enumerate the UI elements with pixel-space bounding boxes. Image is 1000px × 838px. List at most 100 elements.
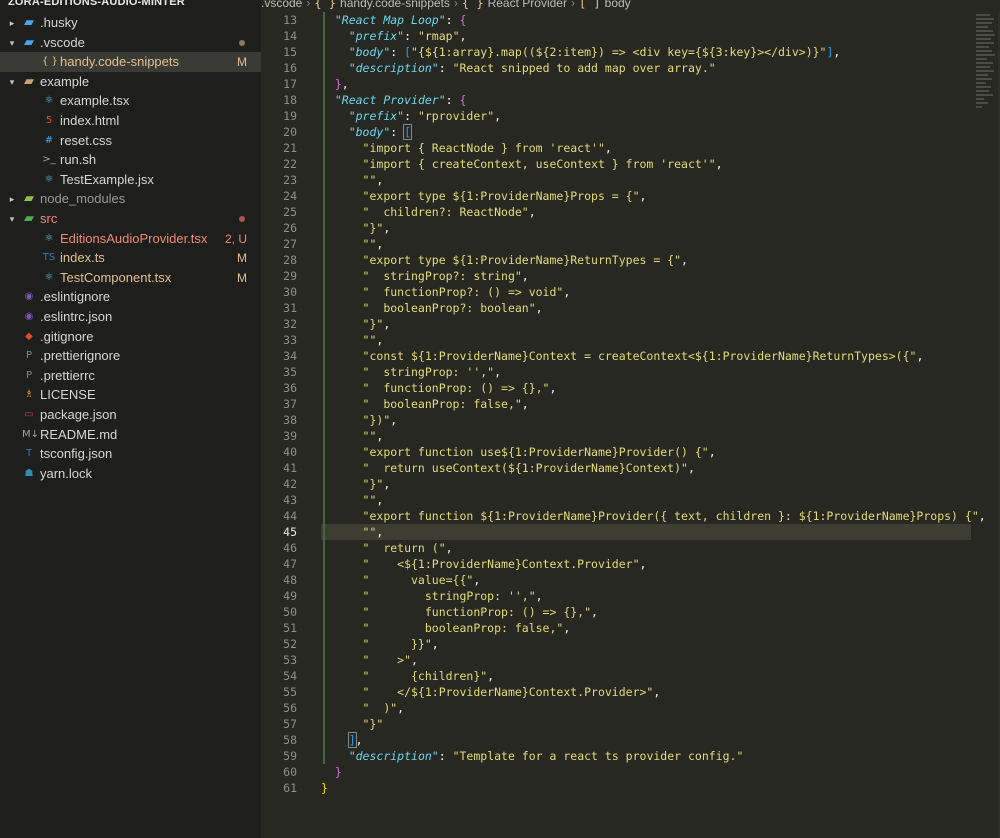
indent-guide xyxy=(321,221,363,235)
file-eslintignore[interactable]: ◉ .eslintignore xyxy=(0,287,261,307)
indent-guide xyxy=(321,317,363,331)
chevron-down-icon[interactable]: ▾ xyxy=(6,33,18,53)
code-line[interactable]: 46 " return (", xyxy=(261,540,1000,556)
file-reset-css[interactable]: # reset.css xyxy=(0,131,261,151)
code-line[interactable]: 51 " booleanProp: false,", xyxy=(261,620,1000,636)
chevron-right-icon[interactable]: ▸ xyxy=(6,189,18,209)
code-line[interactable]: 47 " <${1:ProviderName}Context.Provider"… xyxy=(261,556,1000,572)
code-line[interactable]: 26 "}", xyxy=(261,220,1000,236)
code-line[interactable]: 32 "}", xyxy=(261,316,1000,332)
code-token: , xyxy=(535,589,543,603)
code-line[interactable]: 41 " return useContext(${1:ProviderName}… xyxy=(261,460,1000,476)
code-line[interactable]: 38 "})", xyxy=(261,412,1000,428)
code-line[interactable]: 16 "description": "React snipped to add … xyxy=(261,60,1000,76)
code-line[interactable]: 59 "description": "Template for a react … xyxy=(261,748,1000,764)
chevron-down-icon[interactable]: ▾ xyxy=(6,72,18,92)
code-line[interactable]: 13 "React Map Loop": { xyxy=(261,12,1000,28)
code-line[interactable]: 35 " stringProp: '',", xyxy=(261,364,1000,380)
code-line[interactable]: 27 "", xyxy=(261,236,1000,252)
file-package-json[interactable]: ▭ package.json xyxy=(0,405,261,425)
code-line[interactable]: 43 "", xyxy=(261,492,1000,508)
code-line[interactable]: 23 "", xyxy=(261,172,1000,188)
file-example-tsx[interactable]: ⚛ example.tsx xyxy=(0,91,261,111)
file-prettierrc[interactable]: P .prettierrc xyxy=(0,366,261,386)
file-yarn-lock[interactable]: ☗ yarn.lock xyxy=(0,464,261,484)
braces-icon: { } xyxy=(314,0,337,10)
code-text: " return (", xyxy=(321,540,453,556)
code-line[interactable]: 30 " functionProp?: () => void", xyxy=(261,284,1000,300)
file-tsconfig-json[interactable]: Ttsconfig.json xyxy=(0,444,261,464)
code-line[interactable]: 36 " functionProp: () => {},", xyxy=(261,380,1000,396)
code-line[interactable]: 21 "import { ReactNode } from 'react'", xyxy=(261,140,1000,156)
breadcrumb-item[interactable]: body xyxy=(605,0,631,10)
code-text: "", xyxy=(321,428,384,444)
folder-vscode[interactable]: ▾ ▰ .vscode xyxy=(0,33,261,53)
code-token: "}" xyxy=(362,221,384,235)
code-line[interactable]: 52 " }}", xyxy=(261,636,1000,652)
code-line[interactable]: 60 } xyxy=(261,764,1000,780)
folder-example[interactable]: ▾ ▰ example xyxy=(0,72,261,92)
code-line[interactable]: 37 " booleanProp: false,", xyxy=(261,396,1000,412)
code-token: , xyxy=(355,733,363,747)
code-line[interactable]: 34 "const ${1:ProviderName}Context = cre… xyxy=(261,348,1000,364)
code-line[interactable]: 54 " {children}", xyxy=(261,668,1000,684)
code-line[interactable]: 42 "}", xyxy=(261,476,1000,492)
code-line[interactable]: 57 "}" xyxy=(261,716,1000,732)
code-line[interactable]: 22 "import { createContext, useContext }… xyxy=(261,156,1000,172)
minimap[interactable] xyxy=(976,14,996,124)
code-line[interactable]: 29 " stringProp?: string", xyxy=(261,268,1000,284)
code-line[interactable]: 24 "export type ${1:ProviderName}Props =… xyxy=(261,188,1000,204)
indent-guide xyxy=(321,525,363,539)
code-line[interactable]: 49 " stringProp: '',", xyxy=(261,588,1000,604)
file-readme-md[interactable]: M↓ README.md xyxy=(0,425,261,445)
code-line[interactable]: 25 " children?: ReactNode", xyxy=(261,204,1000,220)
code-line[interactable]: 40 "export function use${1:ProviderName}… xyxy=(261,444,1000,460)
code-editor[interactable]: 13 "React Map Loop": {14 "prefix": "rmap… xyxy=(261,12,1000,838)
file-license[interactable]: ♗ LICENSE xyxy=(0,385,261,405)
tree-item-label: example.tsx xyxy=(60,93,130,109)
code-line[interactable]: 20 "body": [ xyxy=(261,124,1000,140)
code-line[interactable]: 50 " functionProp: () => {},", xyxy=(261,604,1000,620)
code-line[interactable]: 44 "export function ${1:ProviderName}Pro… xyxy=(261,508,1000,524)
file-prettierignore[interactable]: P .prettierignore xyxy=(0,346,261,366)
file-index-html[interactable]: 5 index.html xyxy=(0,111,261,131)
code-line[interactable]: 55 " </${1:ProviderName}Context.Provider… xyxy=(261,684,1000,700)
file-eslintrc-json[interactable]: ◉ .eslintrc.json xyxy=(0,307,261,327)
code-line[interactable]: 18 "React Provider": { xyxy=(261,92,1000,108)
code-line[interactable]: 39 "", xyxy=(261,428,1000,444)
folder-husky[interactable]: ▸ ▰ .husky xyxy=(0,13,261,33)
breadcrumb-item[interactable]: handy.code-snippets xyxy=(340,0,450,10)
code-line[interactable]: 61} xyxy=(261,780,1000,796)
react-icon: ⚛ xyxy=(44,232,54,244)
code-line[interactable]: 33 "", xyxy=(261,332,1000,348)
chevron-right-icon[interactable]: ▸ xyxy=(6,13,18,33)
line-number: 43 xyxy=(283,493,297,507)
explorer-root-label[interactable]: ZORA-EDITIONS-AUDIO-MINTER xyxy=(8,0,185,9)
file-testexample-jsx[interactable]: ⚛ TestExample.jsx xyxy=(0,170,261,190)
breadcrumb-item[interactable]: .vscode xyxy=(261,0,302,10)
file-handy-code-snippets[interactable]: { } handy.code-snippets M xyxy=(0,52,261,73)
code-line[interactable]: 58 ], xyxy=(261,732,1000,748)
chevron-down-icon[interactable]: ▾ xyxy=(6,209,18,229)
folder-node-modules[interactable]: ▸ ▰ node_modules xyxy=(0,189,261,209)
code-line[interactable]: 31 " booleanProp?: boolean", xyxy=(261,300,1000,316)
breadcrumb-item[interactable]: React Provider xyxy=(488,0,567,10)
code-line[interactable]: 14 "prefix": "rmap", xyxy=(261,28,1000,44)
code-line[interactable]: 48 " value={{", xyxy=(261,572,1000,588)
code-line[interactable]: 53 " >", xyxy=(261,652,1000,668)
code-line[interactable]: 56 " )", xyxy=(261,700,1000,716)
folder-src[interactable]: ▾ ▰ src xyxy=(0,209,261,229)
file-index-ts[interactable]: TS index.ts M xyxy=(0,248,261,268)
file-editionsaudioprovider-tsx[interactable]: ⚛ EditionsAudioProvider.tsx 2, U xyxy=(0,229,261,249)
code-line[interactable]: 19 "prefix": "rprovider", xyxy=(261,108,1000,124)
line-number: 22 xyxy=(283,157,297,171)
file-testcomponent-tsx[interactable]: ⚛ TestComponent.tsx M xyxy=(0,268,261,288)
code-text: "prefix": "rmap", xyxy=(321,28,467,44)
code-line[interactable]: 28 "export type ${1:ProviderName}ReturnT… xyxy=(261,252,1000,268)
file-gitignore[interactable]: ◆ .gitignore xyxy=(0,327,261,347)
markdown-icon: M↓ xyxy=(22,428,40,440)
code-line[interactable]: 45 "", xyxy=(261,524,1000,540)
code-line[interactable]: 15 "body": ["{${1:array}.map((${2:item})… xyxy=(261,44,1000,60)
file-run-sh[interactable]: >_ run.sh xyxy=(0,150,261,170)
code-line[interactable]: 17 }, xyxy=(261,76,1000,92)
